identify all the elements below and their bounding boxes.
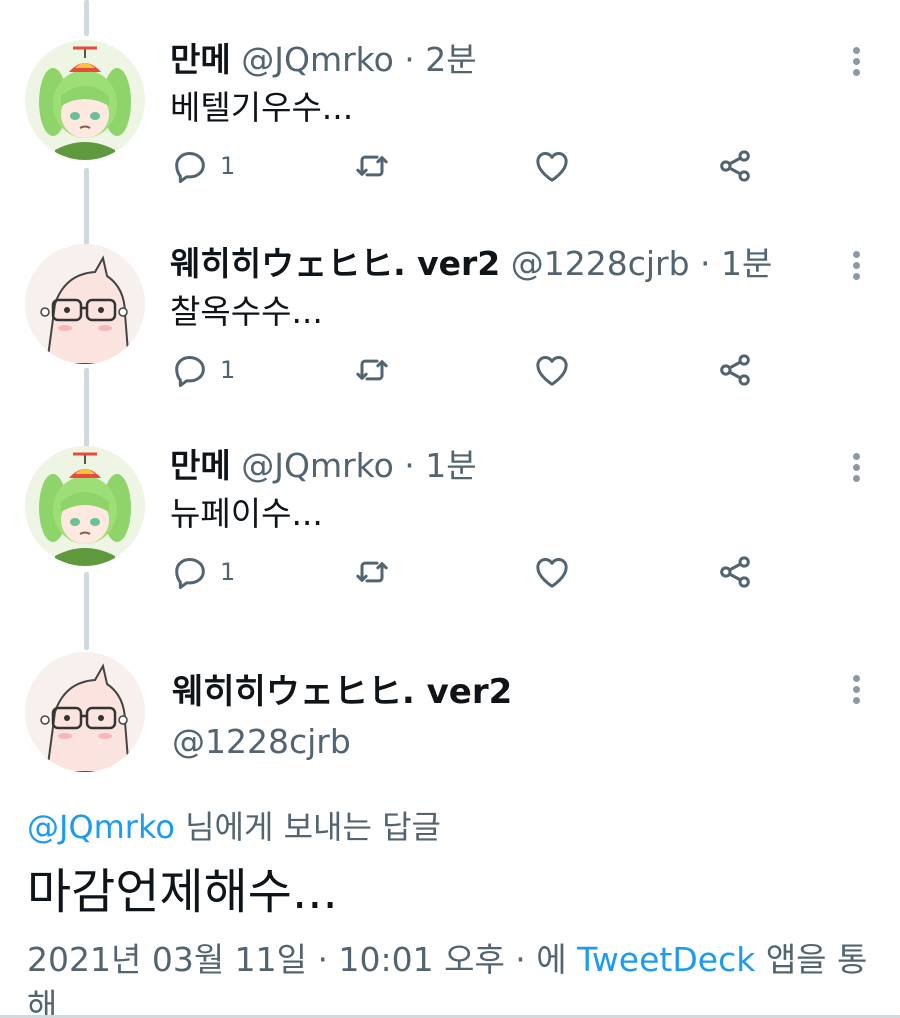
user-handle[interactable]: @JQmrko — [241, 446, 394, 485]
user-handle[interactable]: @1228cjrb — [511, 244, 690, 283]
display-name[interactable]: 웨히히ウェヒヒ. ver2 — [172, 664, 512, 713]
tweet-3[interactable]: 만메 @JQmrko · 1분 뉴페이수... 1 — [0, 446, 900, 606]
reply-count: 1 — [220, 558, 236, 586]
retweet-button[interactable] — [352, 350, 392, 390]
separator: · — [404, 40, 415, 79]
display-name[interactable]: 만메 — [170, 40, 231, 79]
timestamp[interactable]: 2021년 03월 11일 · 10:01 오후 · 에 — [27, 940, 577, 979]
reply-mention-link[interactable]: @JQmrko — [27, 808, 175, 846]
reply-context-label: 님에게 보내는 답글 — [174, 808, 441, 846]
green-hair-character-avatar — [25, 40, 145, 160]
tweet-text: 베텔기우수... — [170, 88, 354, 127]
user-handle[interactable]: @1228cjrb — [172, 722, 351, 761]
thread-line-top — [84, 0, 89, 36]
green-hair-character-avatar — [25, 446, 145, 566]
separator: · — [404, 446, 415, 485]
retweet-icon — [356, 155, 388, 177]
user-handle[interactable]: @JQmrko — [241, 40, 394, 79]
avatar[interactable] — [25, 652, 145, 772]
heart-icon — [536, 356, 568, 386]
more-vertical-icon[interactable] — [846, 44, 866, 80]
timestamp[interactable]: 1분 — [425, 446, 476, 485]
like-button[interactable] — [532, 350, 572, 390]
tweet-actions: 1 — [170, 552, 810, 592]
like-button[interactable] — [532, 552, 572, 592]
heart-icon — [536, 558, 568, 588]
retweet-icon — [356, 359, 388, 381]
more-vertical-icon[interactable] — [846, 450, 866, 486]
tweet-text: 뉴페이수... — [170, 494, 323, 533]
reply-count: 1 — [220, 152, 236, 180]
tweet-text: 마감언제해수... — [27, 864, 338, 920]
retweet-button[interactable] — [352, 552, 392, 592]
avatar[interactable] — [25, 244, 145, 364]
share-icon — [720, 556, 750, 588]
reply-button[interactable]: 1 — [170, 552, 235, 592]
retweet-button[interactable] — [352, 146, 392, 186]
reply-icon — [175, 356, 205, 387]
reply-button[interactable]: 1 — [170, 146, 235, 186]
source-link[interactable]: TweetDeck — [577, 940, 755, 979]
glasses-character-avatar — [25, 652, 145, 772]
avatar[interactable] — [25, 40, 145, 160]
like-button[interactable] — [532, 146, 572, 186]
share-button[interactable] — [715, 552, 755, 592]
share-button[interactable] — [715, 146, 755, 186]
share-icon — [720, 354, 750, 386]
tweet-header: 만메 @JQmrko · 2분 — [170, 40, 477, 80]
glasses-character-avatar — [25, 244, 145, 364]
reply-button[interactable]: 1 — [170, 350, 235, 390]
tweet-metadata: 2021년 03월 11일 · 10:01 오후 · 에 TweetDeck 앱… — [27, 937, 877, 1018]
separator: · — [700, 244, 711, 283]
heart-icon — [536, 152, 568, 182]
display-name[interactable]: 웨히히ウェヒヒ. ver2 — [170, 244, 500, 283]
tweet-actions: 1 — [170, 350, 810, 390]
reply-count: 1 — [220, 356, 236, 384]
retweet-icon — [356, 561, 388, 583]
tweet-header: 만메 @JQmrko · 1분 — [170, 446, 477, 486]
more-vertical-icon[interactable] — [846, 672, 866, 708]
display-name[interactable]: 만메 — [170, 446, 231, 485]
reply-icon — [175, 152, 205, 183]
tweet-2[interactable]: 웨히히ウェヒヒ. ver2 @1228cjrb · 1분 찰옥수수... 1 — [0, 244, 900, 404]
tweet-header: 웨히히ウェヒヒ. ver2 @1228cjrb · 1분 — [170, 244, 772, 284]
share-button[interactable] — [715, 350, 755, 390]
avatar[interactable] — [25, 446, 145, 566]
tweet-actions: 1 — [170, 146, 810, 186]
reply-icon — [175, 558, 205, 589]
tweet-text: 찰옥수수... — [170, 292, 323, 331]
reply-context: @JQmrko 님에게 보내는 답글 — [27, 802, 441, 848]
tweet-1[interactable]: 만메 @JQmrko · 2분 베텔기우수... 1 — [0, 40, 900, 200]
share-icon — [720, 150, 750, 182]
timestamp[interactable]: 1분 — [721, 244, 772, 283]
timestamp[interactable]: 2분 — [425, 40, 476, 79]
more-vertical-icon[interactable] — [846, 248, 866, 284]
